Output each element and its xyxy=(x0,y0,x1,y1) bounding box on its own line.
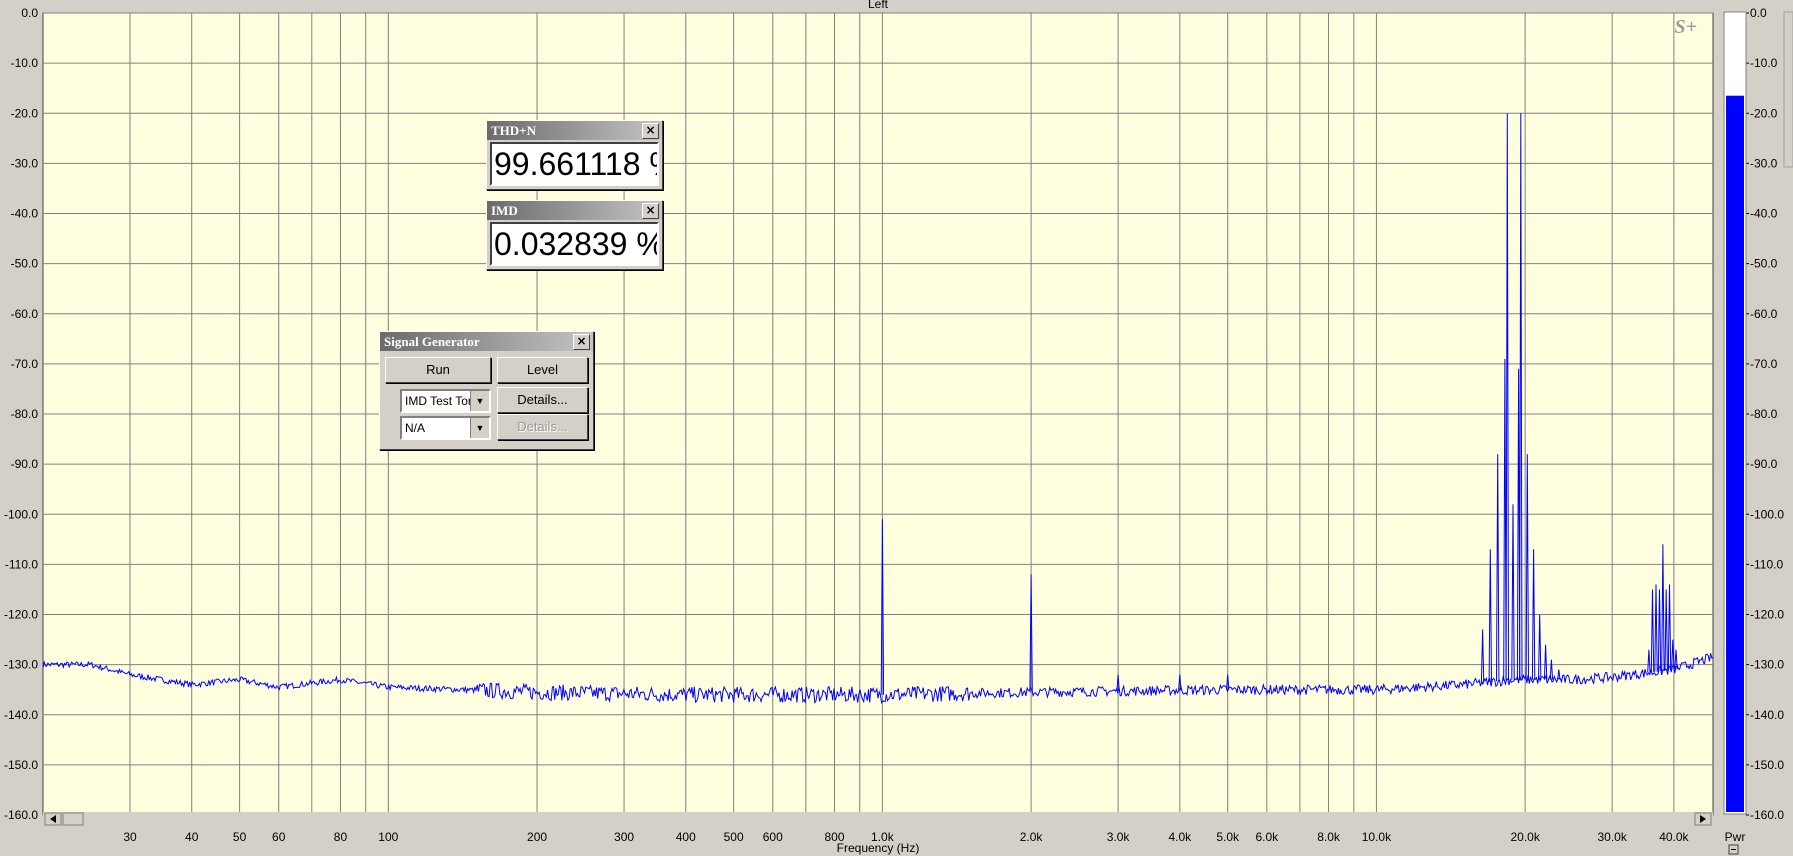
x-tick-label: 2.0k xyxy=(1020,830,1044,844)
x-tick-label: 100 xyxy=(378,830,398,844)
y-tick-label: -80.0 xyxy=(11,407,39,421)
meter-tick-label: 0.0 xyxy=(1750,6,1767,20)
thd-panel[interactable]: THD+N× 99.661118 % xyxy=(486,120,663,190)
meter-tick-label: -10.0 xyxy=(1750,56,1778,70)
scroll-thumb[interactable] xyxy=(62,812,84,826)
x-tick-label: 8.0k xyxy=(1317,830,1341,844)
meter-tick-label: -60.0 xyxy=(1750,307,1778,321)
y-axis-left: 0.0 -10.0 -20.0 -30.0 -40.0 -50.0 -60.0 -70.0 -8… xyxy=(4,6,38,822)
x-tick-label: 200 xyxy=(527,830,547,844)
close-icon[interactable]: × xyxy=(573,334,590,350)
brand-logo: S+ xyxy=(1674,16,1697,38)
y-tick-label: -50.0 xyxy=(11,257,39,271)
meter-tick-label: -30.0 xyxy=(1750,156,1778,170)
chevron-down-icon[interactable]: ▼ xyxy=(470,391,489,411)
meter-tick-label: -120.0 xyxy=(1750,608,1784,622)
y-tick-label: -150.0 xyxy=(4,758,38,772)
y-axis-right: 0.0 -10.0 -20.0 -30.0 -40.0 -50.0 -60.0 -70.0 -8… xyxy=(1746,6,1784,822)
y-tick-label: -40.0 xyxy=(11,207,39,221)
x-tick-label: 6.0k xyxy=(1255,830,1279,844)
meter-tick-label: -130.0 xyxy=(1750,658,1784,672)
y-tick-label: -70.0 xyxy=(11,357,39,371)
x-tick-label: 50 xyxy=(233,830,247,844)
y-tick-label: -20.0 xyxy=(11,106,39,120)
level-button[interactable]: Level xyxy=(497,357,588,383)
x-tick-label: 400 xyxy=(676,830,696,844)
x-tick-label: 3.0k xyxy=(1107,830,1131,844)
signal-generator-title[interactable]: Signal Generator × xyxy=(380,332,593,351)
x-tick-label: 80 xyxy=(334,830,348,844)
close-icon[interactable]: × xyxy=(642,123,659,139)
horizontal-scrollbar[interactable] xyxy=(43,812,1713,826)
meter-tick-label: -40.0 xyxy=(1750,207,1778,221)
y-tick-label: -120.0 xyxy=(4,608,38,622)
x-tick-label: 4.0k xyxy=(1168,830,1192,844)
y-tick-label: 0.0 xyxy=(21,6,38,20)
x-tick-label: 500 xyxy=(724,830,744,844)
details-button[interactable]: Details... xyxy=(497,387,588,413)
x-tick-label: 60 xyxy=(272,830,286,844)
meter-tick-label: -100.0 xyxy=(1750,507,1784,521)
y-tick-label: -10.0 xyxy=(11,56,39,70)
y-tick-label: -140.0 xyxy=(4,708,38,722)
x-axis-title: Frequency (Hz) xyxy=(837,841,920,855)
window-title: Left xyxy=(868,0,889,11)
imd-panel[interactable]: IMD × 0.032839 % xyxy=(486,200,663,270)
meter-label: Pwr xyxy=(1725,830,1746,844)
meter-tick-label: -140.0 xyxy=(1750,708,1784,722)
meter-tick-label: -70.0 xyxy=(1750,357,1778,371)
x-tick-label: 300 xyxy=(614,830,634,844)
power-meter-fill xyxy=(1726,95,1744,813)
meter-tick-label: -90.0 xyxy=(1750,457,1778,471)
y-tick-label: -90.0 xyxy=(11,457,39,471)
run-button[interactable]: Run xyxy=(385,357,491,383)
meter-scale-strip xyxy=(1783,11,1793,168)
y-tick-label: -100.0 xyxy=(4,507,38,521)
x-tick-label: 30 xyxy=(123,830,137,844)
signal-type-select[interactable]: IMD Test Tone ▼ xyxy=(400,389,491,413)
imd-panel-title[interactable]: IMD × xyxy=(487,201,662,220)
imd-readout: 0.032839 % xyxy=(490,222,659,266)
secondary-select[interactable]: N/A ▼ xyxy=(400,416,491,440)
meter-tick-label: -50.0 xyxy=(1750,257,1778,271)
meter-tick-label: -20.0 xyxy=(1750,106,1778,120)
y-tick-label: -30.0 xyxy=(11,156,39,170)
x-tick-label: 40 xyxy=(185,830,199,844)
y-tick-label: -130.0 xyxy=(4,658,38,672)
details-button-disabled: Details... xyxy=(497,414,588,440)
signal-generator-panel[interactable]: Signal Generator × Run Level IMD Test Ton… xyxy=(379,331,594,450)
y-tick-label: -60.0 xyxy=(11,307,39,321)
x-tick-label: 10.0k xyxy=(1362,830,1392,844)
thd-readout: 99.661118 % xyxy=(490,142,659,186)
close-icon[interactable]: × xyxy=(642,203,659,219)
x-tick-label: 30.0k xyxy=(1597,830,1627,844)
meter-tick-label: -150.0 xyxy=(1750,758,1784,772)
spectrum-plot: Left 0.0 -10.0 -20.0 -30.0 -40.0 -50.0 -60.0 -7… xyxy=(4,0,1793,855)
x-tick-label: 20.0k xyxy=(1510,830,1540,844)
meter-tick-label: -110.0 xyxy=(1750,557,1783,571)
x-tick-label: 40.0k xyxy=(1659,830,1689,844)
y-tick-label: -160.0 xyxy=(4,808,38,822)
meter-tick-label: -160.0 xyxy=(1750,808,1784,822)
meter-tick-label: -80.0 xyxy=(1750,407,1778,421)
y-tick-label: -110.0 xyxy=(5,557,38,571)
x-tick-label: 5.0k xyxy=(1216,830,1240,844)
x-tick-label: 600 xyxy=(763,830,783,844)
chevron-down-icon[interactable]: ▼ xyxy=(470,418,489,438)
thd-panel-title[interactable]: THD+N × xyxy=(487,121,662,140)
